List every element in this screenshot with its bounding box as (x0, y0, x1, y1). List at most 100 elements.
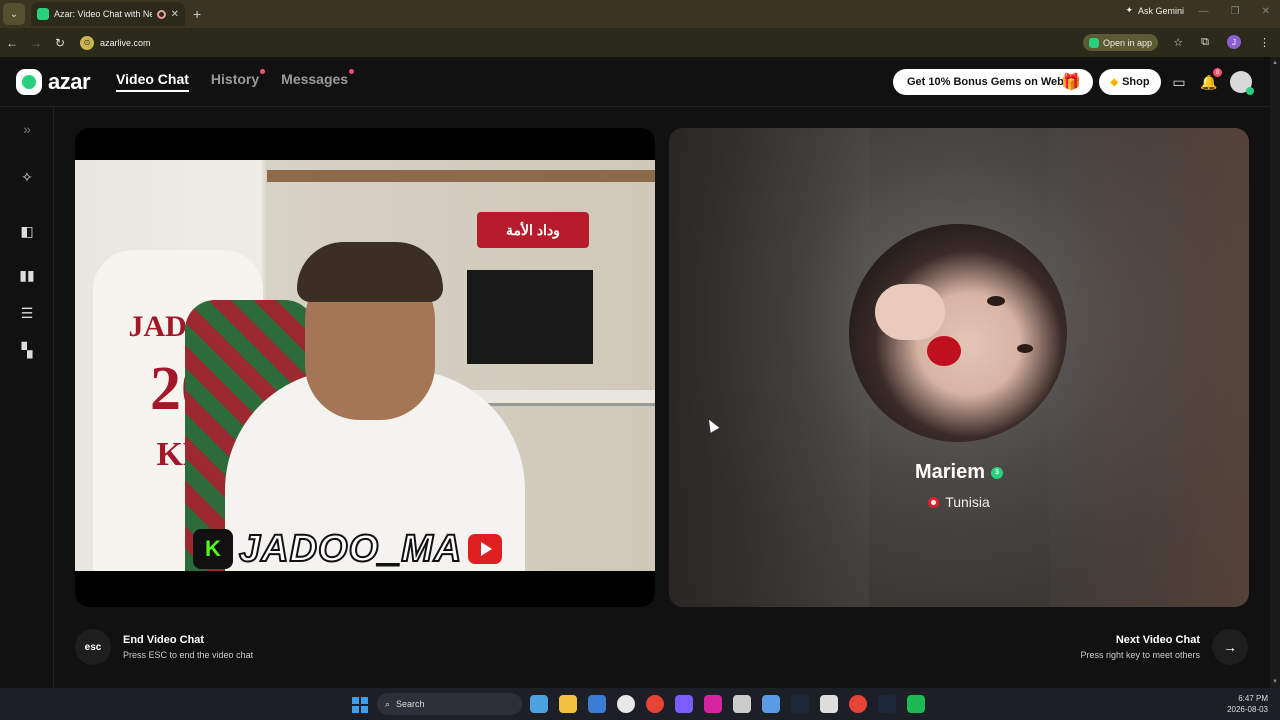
scroll-down-icon[interactable]: ▼ (1272, 679, 1278, 685)
kick-logo-icon: K (193, 529, 233, 569)
profile-avatar[interactable]: J (1227, 35, 1241, 49)
browser-menu-icon[interactable]: ⋮ (1259, 36, 1270, 49)
taskbar-app-icon[interactable] (530, 695, 548, 713)
person-hair (297, 242, 443, 302)
tab-history-label: History (210, 71, 260, 87)
recording-indicator-icon (156, 9, 166, 19)
page-scrollbar[interactable] (1270, 57, 1280, 688)
blurred-background-left (669, 128, 869, 607)
forward-icon[interactable]: → (24, 36, 48, 50)
tab-search-menu-button[interactable]: ⌄ (3, 3, 25, 25)
app-icon (1088, 37, 1099, 48)
photo-eye (987, 296, 1005, 306)
main-nav-tabs: Video Chat History Messages (116, 69, 355, 92)
taskbar-app-icon[interactable] (878, 695, 896, 713)
next-chat-title: Next Video Chat (1115, 634, 1200, 646)
shop-label: Shop (1122, 76, 1150, 88)
maximize-icon[interactable]: ❐ (1231, 6, 1240, 17)
taskbar-app-icon[interactable] (733, 695, 751, 713)
left-sidebar: » ✧ ◧ ▮▮ ☰ ▚ (0, 107, 54, 688)
browser-tab[interactable]: Azar: Video Chat with New ✕ (31, 2, 185, 26)
layout-grid-icon[interactable]: ▚ (17, 340, 37, 360)
end-chat-title: End Video Chat (123, 634, 205, 646)
partner-country-row: Tunisia (669, 494, 1249, 510)
clock-date: 2026-08-03 (1227, 705, 1268, 714)
browser-address-bar: ← → ↻ ⊙ azarlive.com Open in app ☆ ⧉ J ⋮ (0, 28, 1280, 57)
taskbar-app-icon[interactable] (849, 695, 867, 713)
bell-icon[interactable]: 🔔 8 (1200, 68, 1222, 91)
header-icons: ▭ 🔔 8 (1170, 68, 1254, 95)
tab-close-icon[interactable]: ✕ (171, 9, 179, 20)
blurred-background-right (1049, 128, 1249, 607)
taskbar-search[interactable]: ⌕ Search (377, 693, 522, 715)
ask-gemini-button[interactable]: ✦ Ask Gemini (1125, 5, 1184, 16)
app-header: azar Video Chat History Messages Get 10%… (0, 57, 1270, 107)
new-tab-button[interactable]: + (193, 6, 201, 22)
notification-badge: 8 (1213, 68, 1222, 77)
taskbar-app-icon[interactable] (617, 695, 635, 713)
taskbar-app-icon[interactable] (791, 695, 809, 713)
extensions-icon[interactable]: ⧉ (1201, 36, 1209, 49)
taskbar-app-icon[interactable] (646, 695, 664, 713)
user-avatar[interactable] (1230, 71, 1254, 95)
clock-time: 6:47 PM (1238, 694, 1268, 703)
scroll-up-icon[interactable]: ▲ (1272, 60, 1278, 66)
mirror-icon[interactable]: ◧ (17, 221, 37, 241)
site-info-icon[interactable]: ⊙ (80, 35, 94, 50)
taskbar-app-icon[interactable] (559, 695, 577, 713)
local-video-panel: JADOO 20 KL وداد الأمة K JADOO_MA (75, 128, 655, 607)
end-chat-button[interactable]: esc (75, 629, 111, 665)
partner-profile-photo (849, 224, 1067, 442)
tab-messages[interactable]: Messages (281, 69, 355, 92)
tab-messages-label: Messages (281, 71, 349, 87)
back-icon[interactable]: ← (0, 36, 24, 50)
shop-button[interactable]: ◆ Shop (1099, 69, 1161, 95)
magic-wand-icon[interactable]: ✧ (17, 167, 37, 187)
history-notification-dot (260, 69, 266, 74)
taskbar-app-icon[interactable] (675, 695, 693, 713)
next-chat-button[interactable]: → (1212, 629, 1248, 665)
streamer-tag: K JADOO_MA (193, 527, 503, 571)
wall-banner: وداد الأمة (477, 212, 589, 248)
system-clock[interactable]: 6:47 PM 2026-08-03 (1227, 693, 1268, 715)
wall-shelf (267, 170, 655, 182)
bookmark-star-icon[interactable]: ☆ (1173, 36, 1183, 49)
url-text: azarlive.com (100, 37, 151, 48)
youtube-logo-icon (468, 534, 503, 564)
partner-name-row: Mariem $ (669, 461, 1249, 484)
inbox-icon[interactable]: ▭ (1170, 73, 1188, 91)
taskbar-search-label: Search (396, 699, 425, 709)
open-in-app-button[interactable]: Open in app (1082, 34, 1158, 51)
taskbar-app-icon[interactable] (588, 695, 606, 713)
tab-video-chat[interactable]: Video Chat (116, 71, 189, 92)
window-close-icon[interactable]: ✕ (1262, 6, 1270, 17)
tab-history[interactable]: History (210, 69, 266, 92)
gemini-sparkle-icon: ✦ (1125, 5, 1133, 15)
gem-icon: ◆ (1110, 76, 1119, 88)
tv-screen (467, 270, 593, 364)
windows-taskbar: ⌕ Search 6:47 PM 2026-08-03 (0, 688, 1280, 720)
taskbar-app-icon[interactable] (907, 695, 925, 713)
taskbar-app-icon[interactable] (762, 695, 780, 713)
reload-icon[interactable]: ↻ (48, 36, 72, 50)
partner-country: Tunisia (945, 494, 990, 510)
windows-start-icon[interactable] (352, 697, 368, 713)
logo-text: azar (48, 68, 91, 94)
partner-video-panel: Mariem $ Tunisia (669, 128, 1249, 607)
verified-badge-icon: $ (991, 466, 1004, 479)
tab-title: Azar: Video Chat with New (54, 9, 152, 19)
browser-toolbar-right: ☆ ⧉ J ⋮ (1173, 35, 1270, 49)
bonus-gems-label: Get 10% Bonus Gems on Web! (907, 76, 1068, 88)
taskbar-app-icon[interactable] (704, 695, 722, 713)
minimize-icon[interactable]: — (1199, 6, 1209, 17)
layout-side-by-side-icon[interactable]: ▮▮ (17, 265, 37, 285)
taskbar-app-icon[interactable] (820, 695, 838, 713)
azar-logo[interactable]: azar (16, 68, 91, 95)
layout-stacked-icon[interactable]: ☰ (17, 303, 37, 323)
url-field[interactable]: ⊙ azarlive.com (80, 35, 151, 50)
expand-sidebar-icon[interactable]: » (17, 119, 37, 139)
online-badge (1246, 87, 1254, 95)
bonus-gems-promo-button[interactable]: Get 10% Bonus Gems on Web! 🎁 (893, 69, 1093, 95)
photo-eye (1017, 344, 1033, 353)
azar-favicon (37, 8, 49, 20)
